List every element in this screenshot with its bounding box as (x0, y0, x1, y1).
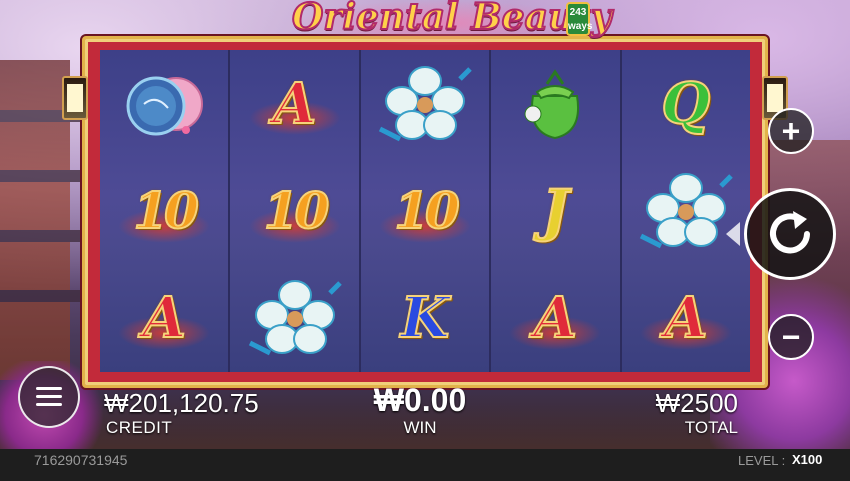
symbol-ten: 10 (263, 180, 331, 240)
reel-cell (100, 50, 228, 157)
symbol-ten: 10 (132, 180, 200, 240)
symbol-a: A (272, 70, 317, 137)
plum-blossom-icon (240, 273, 350, 363)
symbol-j: J (541, 177, 569, 244)
game-title: Oriental Beauty (291, 0, 613, 39)
symbol-k: K (400, 285, 451, 352)
reel-cell: A (491, 265, 619, 372)
credit-value: ₩201,120.75 (104, 388, 259, 418)
reel-cell: A (622, 265, 750, 372)
reel-cell: A (230, 50, 358, 157)
reel-cell (361, 50, 489, 157)
reel-cell: 10 (361, 157, 489, 264)
level-value: X100 (792, 452, 823, 467)
reel-cell: 10 (230, 157, 358, 264)
level-label: LEVEL : (738, 453, 786, 468)
reel-cell: J (491, 157, 619, 264)
hamburger-icon (36, 387, 62, 407)
total-bet-label: TOTAL (684, 418, 738, 437)
menu-button[interactable] (18, 366, 80, 428)
reel-cell (230, 265, 358, 372)
reel-cell: K (361, 265, 489, 372)
symbol-q: Q (660, 70, 711, 137)
reel-cell (622, 157, 750, 264)
win-label: WIN (403, 418, 437, 437)
reel-2: A 10 (230, 50, 359, 372)
plum-blossom-icon (370, 59, 480, 149)
round-id: 716290731945 (34, 452, 128, 468)
mirror-icon (116, 64, 212, 144)
plum-blossom-icon (631, 166, 741, 256)
reel-1: 10 A (100, 50, 229, 372)
credit-label: CREDIT (106, 418, 173, 437)
minus-icon: − (781, 318, 801, 355)
lantern-icon (62, 76, 88, 120)
symbol-a: A (533, 285, 578, 352)
win-value: ₩0.00 (373, 382, 467, 418)
symbol-ten: 10 (393, 180, 461, 240)
refresh-icon (770, 211, 810, 254)
reel-5: Q A (621, 50, 750, 372)
reel-3: 10 K (360, 50, 490, 372)
symbol-a: A (141, 285, 186, 352)
spin-button[interactable] (744, 188, 836, 280)
reel-cell: Q (622, 50, 750, 157)
plus-icon: + (781, 112, 801, 149)
ways-badge: 243 ways (566, 2, 592, 36)
pagoda-decoration (0, 60, 90, 380)
footer-bar (0, 449, 850, 481)
reel-grid: 10 A A 10 10 K J A Q A (100, 50, 750, 372)
total-bet-value: ₩2500 (655, 388, 738, 418)
reel-cell (491, 50, 619, 157)
bet-decrease-button[interactable]: − (768, 314, 814, 360)
reel-cell: 10 (100, 157, 228, 264)
reel-4: J A (491, 50, 620, 372)
bet-increase-button[interactable]: + (768, 108, 814, 154)
symbol-a: A (663, 285, 708, 352)
reel-cell: A (100, 265, 228, 372)
jade-pouch-icon (507, 62, 603, 146)
